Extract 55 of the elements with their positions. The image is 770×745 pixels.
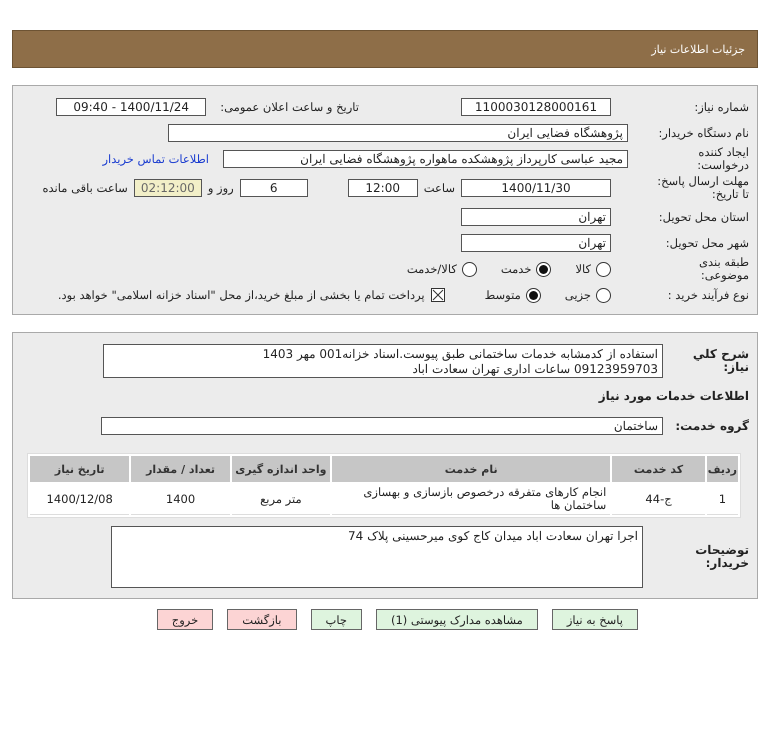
field-label: طبقه بندی موضوعی: [698, 256, 750, 282]
field-label: شرح کلي نياز: [692, 348, 750, 374]
radio-label: خدمت [500, 262, 532, 276]
column-header: تاریخ نیاز [30, 456, 130, 482]
service-group-field: ساختمان [101, 417, 663, 435]
field-label: شهر محل تحویل: [664, 236, 750, 250]
buyer-contact-link[interactable]: اطلاعات تماس خریدار [102, 152, 209, 166]
field-label: ایجاد کننده درخواست: [696, 146, 750, 172]
field-label: تاریخ و ساعت اعلان عمومی: [220, 100, 359, 114]
action-button[interactable]: خروج [156, 609, 214, 630]
field-label: استان محل تحویل: [658, 210, 750, 224]
buyer-notes-box: اجرا تهران سعادت اباد میدان کاج کوی میرحسینی پلاک 74 [111, 526, 643, 588]
radio-label: متوسط [484, 288, 521, 302]
announce-date-field: 1400/11/24 - 09:40 [56, 98, 206, 116]
need-number-field: 1100030128000161 [461, 98, 611, 116]
radio-label: کالا/خدمت [406, 262, 457, 276]
deadline-time-field: 12:00 [348, 179, 418, 197]
action-button[interactable]: چاپ [310, 609, 362, 630]
requester-field: مجید عباسی کارپرداز پژوهشکده ماهواره پژوهشگاه فضایی ایران [223, 150, 628, 168]
description-box: استفاده از کدمشابه خدمات ساختمانی طبق پیوست.اسناد خزانه001 مهر 1403 09123959703 ساعات اداری تهران سعادت اباد [103, 344, 663, 378]
action-button[interactable]: مشاهده مدارک پیوستی (1) [376, 609, 538, 630]
field-label: مهلت ارسال پاسخ: تا تاریخ: [656, 175, 750, 201]
payment-checkbox[interactable] [430, 288, 445, 302]
field-label: گروه خدمت: [674, 420, 750, 432]
radio-button[interactable] [462, 262, 477, 276]
buyer-org-field: پژوهشگاه فضایی ایران [168, 124, 628, 142]
radio-button[interactable] [526, 288, 541, 302]
province-field: تهران [461, 208, 611, 226]
field-label: ساعت باقی مانده [42, 181, 128, 195]
page-header: جزئیات اطلاعات نیاز [12, 30, 758, 68]
action-button[interactable]: پاسخ به نیاز [552, 609, 638, 630]
field-label: نوع فرآیند خرید : [666, 288, 750, 302]
field-label: روز و [208, 181, 234, 195]
column-header: تعداد / مقدار [131, 456, 230, 482]
radio-label: جزیی [564, 288, 591, 302]
days-field: 6 [240, 179, 308, 197]
radio-label: کالا [575, 262, 591, 276]
radio-button[interactable] [536, 262, 552, 276]
section-heading: اطلاعات خدمات مورد نیاز [597, 388, 750, 405]
field-label: توضیحات خریدار: [694, 544, 750, 570]
field-label: نام دستگاه خریدار: [657, 126, 750, 140]
radio-button[interactable] [596, 288, 611, 302]
column-header: ردیف [706, 456, 738, 482]
field-label: ساعت [424, 181, 455, 195]
remaining-time-field: 02:12:00 [134, 179, 202, 197]
city-field: تهران [461, 234, 611, 252]
radio-button[interactable] [596, 262, 611, 276]
column-header: کد خدمت [612, 456, 705, 482]
column-header: نام خدمت [332, 456, 610, 482]
deadline-date-field: 1400/11/30 [461, 179, 611, 197]
checkbox-label: پرداخت تمام یا بخشی از مبلغ خرید،از محل "اسناد خزانه اسلامی" خواهد بود. [58, 288, 425, 302]
table-cell: انجام کارهای متفرقه درخصوص بازسازی و بهسازی ساختمان ها [332, 484, 610, 515]
column-header: واحد اندازه گیری [232, 456, 330, 482]
field-label: شماره نیاز: [693, 100, 750, 114]
action-button[interactable]: بازگشت [227, 609, 296, 630]
